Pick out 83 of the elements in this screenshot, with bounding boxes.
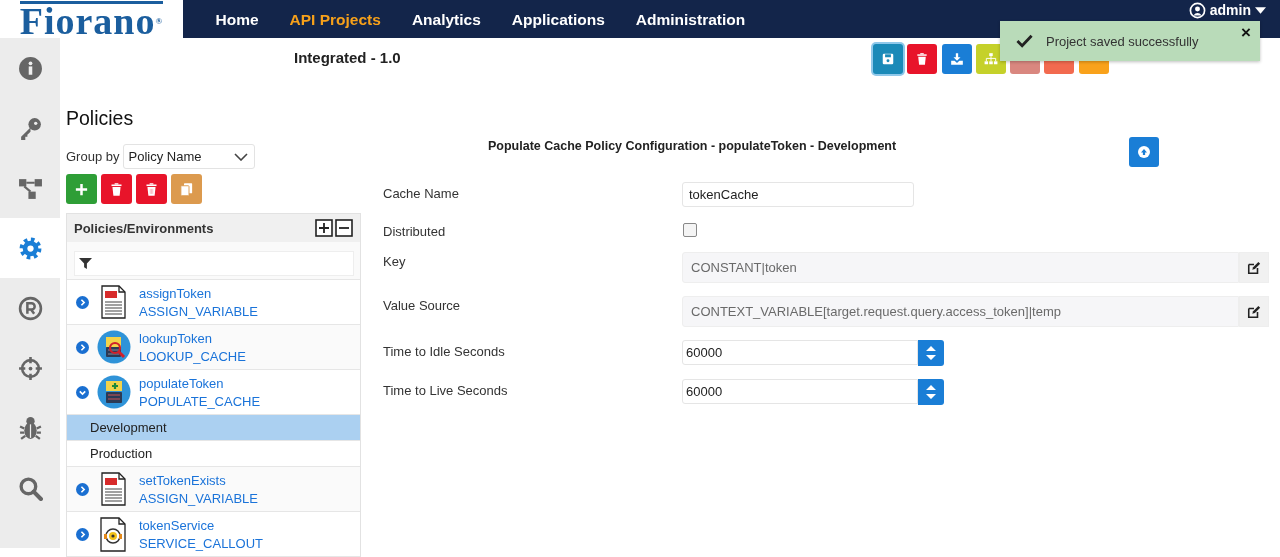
spinner-button[interactable] — [918, 340, 944, 366]
chevron-right-icon[interactable] — [76, 340, 89, 354]
trash-icon — [109, 181, 124, 197]
chevron-right-icon[interactable] — [76, 482, 89, 496]
edit-icon[interactable] — [1247, 260, 1261, 275]
project-title: Integrated - 1.0 — [294, 49, 401, 66]
policies-heading: Policies — [66, 106, 135, 131]
policy-name[interactable]: setTokenExists — [139, 472, 258, 488]
action-button[interactable] — [66, 174, 97, 204]
nav-link[interactable]: Analytics — [396, 0, 497, 38]
bug-icon — [17, 415, 43, 441]
nav-link[interactable]: Applications — [496, 0, 621, 38]
toolbar-button[interactable] — [873, 44, 903, 74]
readonly-field: CONTEXT_VARIABLE[target.request.query.access_token]|temp — [682, 296, 1239, 327]
user-icon — [1188, 1, 1206, 19]
readonly-field: CONSTANT|token — [682, 252, 1239, 283]
field-label: Time to Idle Seconds — [383, 343, 506, 359]
chevron-right-icon[interactable] — [76, 295, 89, 309]
user-name[interactable]: admin — [1209, 1, 1251, 19]
upload-button[interactable] — [1129, 137, 1159, 167]
edit-icon[interactable] — [1247, 304, 1261, 319]
caret-icon[interactable] — [1255, 6, 1266, 14]
policy-type: ASSIGN_VARIABLE — [139, 490, 258, 506]
trash-icon — [144, 181, 159, 197]
sitemap-icon — [983, 52, 998, 66]
gear-icon — [17, 235, 43, 261]
cache-lookup-icon — [97, 329, 131, 365]
registered-icon — [17, 295, 43, 321]
cache-populate-icon — [97, 374, 131, 410]
tree-header: Policies/Environments — [74, 220, 214, 236]
policy-name[interactable]: tokenService — [139, 517, 264, 533]
group-by-label: Group by — [66, 149, 120, 164]
filter-icon — [79, 257, 92, 270]
crosshair-icon — [17, 355, 43, 381]
environment-item[interactable]: Development — [67, 415, 360, 441]
download-icon — [949, 52, 964, 66]
nav-link[interactable]: API Projects — [274, 0, 397, 38]
edit-button[interactable] — [1239, 252, 1269, 283]
plus-icon — [74, 181, 89, 197]
policy-type: LOOKUP_CACHE — [139, 348, 246, 364]
action-button[interactable] — [101, 174, 132, 204]
action-button[interactable] — [136, 174, 167, 204]
chevron-down-icon — [234, 152, 249, 161]
field-label: Value Source — [383, 297, 462, 313]
group-by-select[interactable]: Policy Name — [123, 144, 256, 169]
upload-icon — [1138, 146, 1150, 158]
up-down-arrows-icon — [925, 383, 937, 401]
chevron-down-icon[interactable] — [76, 385, 89, 399]
field-label: Cache Name — [383, 185, 460, 201]
field-label: Distributed — [383, 223, 447, 239]
close-button[interactable]: × — [1241, 23, 1251, 43]
filter-field[interactable] — [74, 251, 354, 276]
search-icon — [17, 475, 43, 501]
sidebar-item[interactable] — [0, 218, 60, 278]
checkmark-icon — [1016, 34, 1033, 48]
chevron-right-icon[interactable] — [76, 527, 89, 541]
edit-button[interactable] — [1239, 296, 1269, 327]
toast-message: Project saved successfully — [1046, 33, 1199, 49]
copy-icon — [179, 181, 194, 197]
cache-name-field[interactable]: tokenCache — [682, 182, 914, 207]
toolbar-button[interactable] — [907, 44, 938, 74]
up-down-arrows-icon — [925, 344, 937, 362]
policy-name[interactable]: assignToken — [139, 285, 258, 301]
spinner-button[interactable] — [918, 379, 944, 405]
policy-type: SERVICE_CALLOUT — [139, 535, 264, 551]
save-icon — [881, 52, 895, 66]
checkbox[interactable] — [683, 223, 697, 237]
toolbar-button[interactable] — [941, 44, 972, 74]
field-label: Time to Live Seconds — [383, 382, 509, 398]
plus-square-icon[interactable] — [315, 219, 333, 237]
info-icon — [17, 55, 43, 81]
minus-square-icon[interactable] — [335, 219, 353, 237]
policy-type: POPULATE_CACHE — [139, 393, 261, 409]
number-field[interactable]: 60000 — [682, 379, 918, 404]
trash-icon — [915, 52, 930, 66]
nav-link[interactable]: Administration — [620, 0, 761, 38]
policy-name[interactable]: lookupToken — [139, 330, 246, 346]
policy-name[interactable]: populateToken — [139, 375, 261, 391]
form-title: Populate Cache Policy Configuration - populateToken - Development — [488, 139, 897, 153]
policy-type: ASSIGN_VARIABLE — [139, 303, 258, 319]
number-field[interactable]: 60000 — [682, 340, 918, 365]
field-label: Key — [383, 253, 407, 269]
nav-link[interactable]: Home — [200, 0, 275, 38]
